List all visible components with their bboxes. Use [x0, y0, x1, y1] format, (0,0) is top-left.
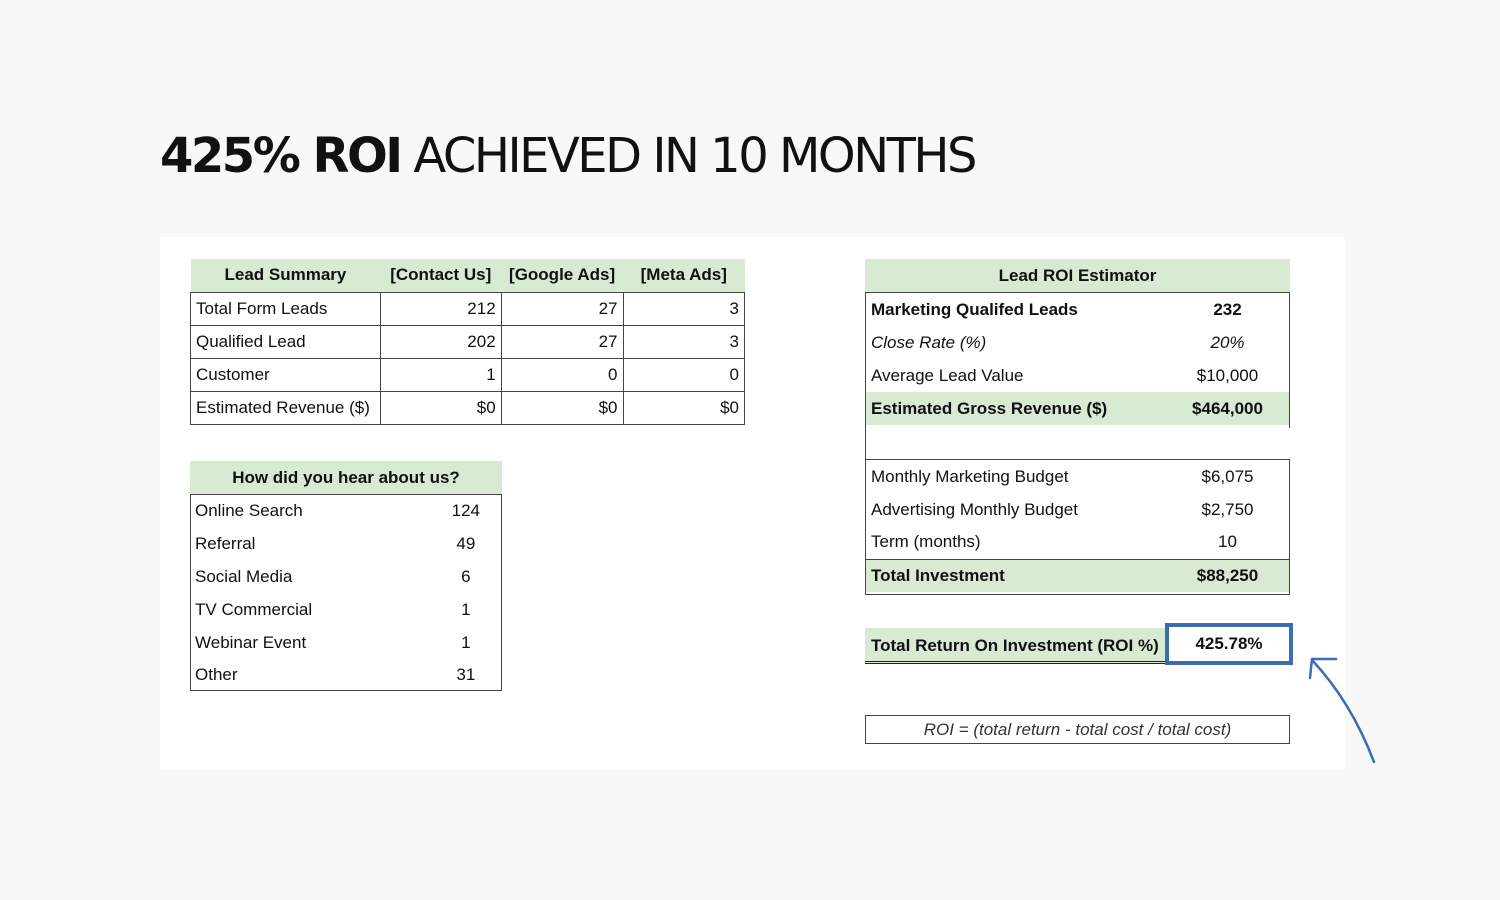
- hand-drawn-arrow-icon: [1308, 657, 1376, 764]
